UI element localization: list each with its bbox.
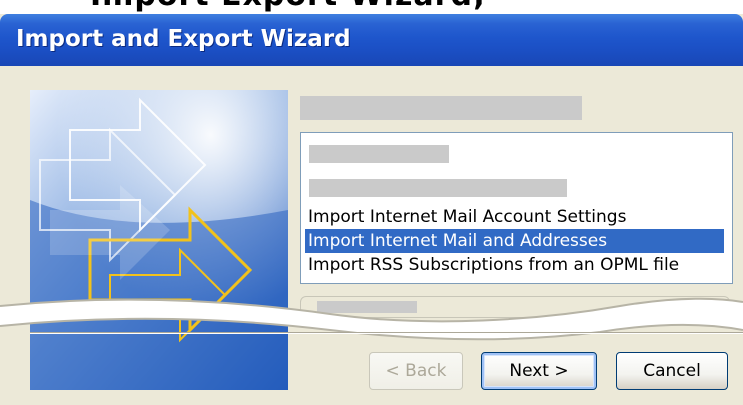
- list-item-import-account-settings[interactable]: Import Internet Mail Account Settings: [305, 205, 626, 229]
- list-item-placeholder[interactable]: [309, 145, 449, 163]
- wizard-illustration: [30, 90, 288, 390]
- window-title: Import and Export Wizard: [16, 26, 351, 52]
- arrows-graphic-icon: [30, 90, 288, 390]
- list-item-placeholder[interactable]: [309, 179, 567, 197]
- clipped-header-strip: Import Export Wizard;: [0, 0, 743, 14]
- title-bar[interactable]: Import and Export Wizard: [0, 14, 743, 66]
- back-button[interactable]: < Back: [369, 352, 463, 390]
- cancel-button[interactable]: Cancel: [616, 352, 728, 390]
- torn-edge-divider: [0, 297, 743, 341]
- wizard-window: Import and Export Wizard Import Internet…: [0, 14, 743, 405]
- list-item-import-rss-opml[interactable]: Import RSS Subscriptions from an OPML fi…: [305, 253, 679, 277]
- heading-placeholder: [300, 96, 582, 120]
- clipped-header-text: Import Export Wizard;: [90, 0, 486, 13]
- import-options-listbox[interactable]: Import Internet Mail Account Settings Im…: [300, 132, 733, 284]
- list-item-import-mail-and-addresses[interactable]: Import Internet Mail and Addresses: [305, 229, 724, 253]
- button-separator: [30, 332, 743, 334]
- next-button[interactable]: Next >: [481, 352, 597, 390]
